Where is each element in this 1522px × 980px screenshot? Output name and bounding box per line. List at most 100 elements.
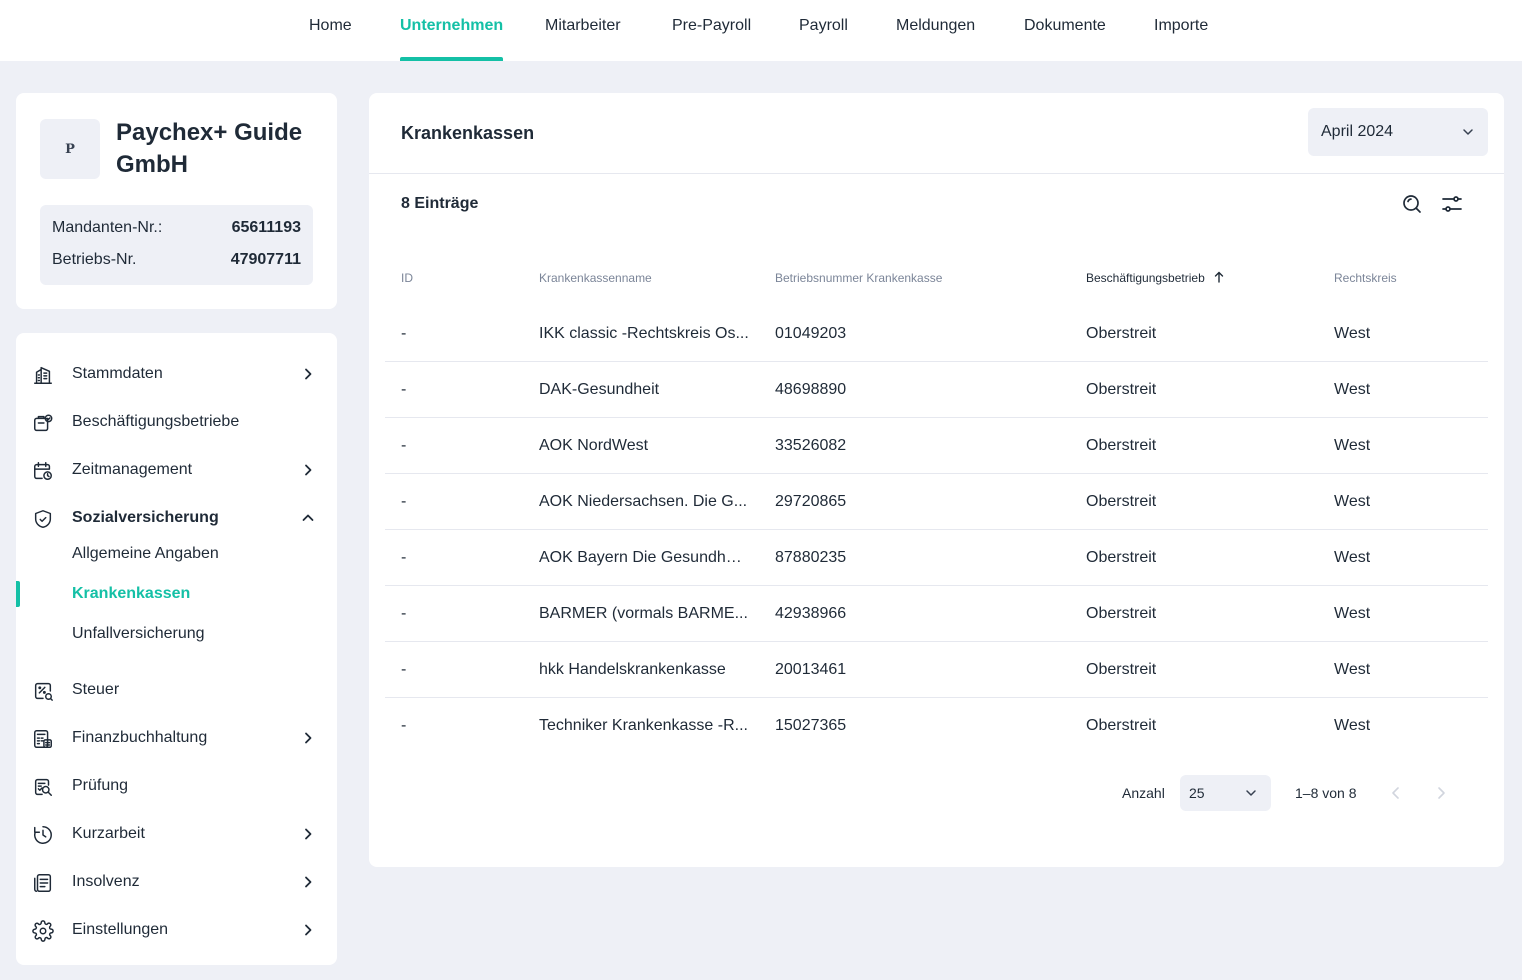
calculator-icon bbox=[34, 730, 52, 748]
nav-pre-payroll[interactable]: Pre-Payroll bbox=[672, 0, 751, 61]
nav-mitarbeiter[interactable]: Mitarbeiter bbox=[545, 0, 621, 61]
column-header-betrieb-label: Beschäftigungsbetrieb bbox=[1086, 271, 1205, 285]
mandant-value: 65611193 bbox=[231, 219, 301, 236]
sidebar-item-einstellungen[interactable]: Einstellungen bbox=[16, 910, 337, 950]
table-row[interactable]: - AOK Bayern Die Gesundhei... 87880235 O… bbox=[385, 530, 1488, 586]
sidebar-item-insolvenz[interactable]: Insolvenz bbox=[16, 862, 337, 902]
building-icon bbox=[34, 366, 52, 384]
sidebar-item-label: Stammdaten bbox=[72, 365, 163, 382]
cell-id: - bbox=[401, 549, 407, 566]
cell-name: AOK NordWest bbox=[539, 437, 649, 454]
cell-betrieb: Oberstreit bbox=[1086, 493, 1157, 510]
cell-name: hkk Handelskrankenkasse bbox=[539, 661, 726, 678]
cell-name: AOK Bayern Die Gesundhei... bbox=[539, 549, 749, 566]
cell-name: DAK-Gesundheit bbox=[539, 381, 660, 398]
cell-betrieb: Oberstreit bbox=[1086, 381, 1157, 398]
sidebar-item-steuer[interactable]: Steuer bbox=[16, 670, 337, 710]
rows-per-page-select[interactable]: 25 bbox=[1180, 775, 1271, 811]
sidebar-subitem-unfallversicherung[interactable]: Unfallversicherung bbox=[16, 616, 337, 652]
sidebar-item-label: Einstellungen bbox=[72, 921, 169, 938]
sidebar-item-zeitmanagement[interactable]: Zeitmanagement bbox=[16, 450, 337, 490]
cell-name: AOK Niedersachsen. Die G... bbox=[539, 493, 748, 510]
entry-count: 8 Einträge bbox=[401, 195, 479, 212]
cell-nummer: 33526082 bbox=[775, 437, 847, 454]
document-list-icon bbox=[34, 874, 52, 892]
nav-dokumente[interactable]: Dokumente bbox=[1024, 0, 1106, 61]
sidebar-item-label: Sozialversicherung bbox=[72, 509, 219, 526]
rows-per-page-value: 25 bbox=[1189, 785, 1205, 801]
rows-per-page-label: Anzahl bbox=[1122, 785, 1165, 801]
sidebar-item-label: Insolvenz bbox=[72, 873, 140, 890]
nav-home[interactable]: Home bbox=[309, 0, 352, 61]
chevron-right-icon bbox=[305, 464, 312, 476]
chevron-right-icon bbox=[305, 924, 312, 936]
nav-meldungen[interactable]: Meldungen bbox=[896, 0, 975, 61]
column-header-rechtskreis[interactable]: Rechtskreis bbox=[1334, 268, 1397, 288]
cell-name: Techniker Krankenkasse -R... bbox=[539, 717, 748, 734]
sidebar-subitem-label: Unfallversicherung bbox=[72, 625, 205, 642]
briefcase-icon bbox=[34, 414, 53, 432]
table-row[interactable]: - Techniker Krankenkasse -R... 15027365 … bbox=[385, 698, 1488, 754]
sidebar-item-kurzarbeit[interactable]: Kurzarbeit bbox=[16, 814, 337, 854]
sidebar-item-beschaeftigungsbetriebe[interactable]: Beschäftigungsbetriebe bbox=[16, 402, 337, 442]
sidebar-item-stammdaten[interactable]: Stammdaten bbox=[16, 354, 337, 394]
column-header-betrieb[interactable]: Beschäftigungsbetrieb bbox=[1086, 268, 1225, 288]
chevron-right-icon bbox=[305, 368, 312, 380]
column-header-id[interactable]: ID bbox=[401, 268, 413, 288]
header-divider bbox=[369, 173, 1504, 174]
chevron-right-icon bbox=[305, 732, 312, 744]
next-page-icon[interactable] bbox=[1431, 783, 1451, 803]
search-icon[interactable] bbox=[1400, 192, 1424, 216]
table-row[interactable]: - IKK classic -Rechtskreis Os... 0104920… bbox=[385, 306, 1488, 362]
cell-nummer: 42938966 bbox=[775, 605, 847, 622]
cell-betrieb: Oberstreit bbox=[1086, 605, 1157, 622]
cell-nummer: 87880235 bbox=[775, 549, 847, 566]
cell-rechtskreis: West bbox=[1334, 605, 1371, 622]
table-row[interactable]: - AOK NordWest 33526082 Oberstreit West bbox=[385, 418, 1488, 474]
sidebar-subitem-allgemeine-angaben[interactable]: Allgemeine Angaben bbox=[16, 536, 337, 572]
cell-betrieb: Oberstreit bbox=[1086, 549, 1157, 566]
nav-unternehmen[interactable]: Unternehmen bbox=[400, 0, 504, 61]
sidebar-item-pruefung[interactable]: Prüfung bbox=[16, 766, 337, 806]
cell-nummer: 15027365 bbox=[775, 717, 847, 734]
top-navigation: Home Unternehmen Mitarbeiter Pre-Payroll… bbox=[0, 0, 1522, 61]
table-row[interactable]: - BARMER (vormals BARME... 42938966 Ober… bbox=[385, 586, 1488, 642]
cell-id: - bbox=[401, 325, 407, 342]
cell-betrieb: Oberstreit bbox=[1086, 325, 1157, 342]
mandant-row: Mandanten-Nr.: 65611193 bbox=[52, 216, 301, 240]
pagination-range: 1–8 von 8 bbox=[1295, 785, 1357, 801]
nav-importe[interactable]: Importe bbox=[1154, 0, 1208, 61]
column-header-nummer[interactable]: Betriebsnummer Krankenkasse bbox=[775, 268, 942, 288]
filter-sliders-icon[interactable] bbox=[1440, 192, 1464, 216]
sidebar-item-label: Prüfung bbox=[72, 777, 129, 794]
table-row[interactable]: - AOK Niedersachsen. Die G... 29720865 O… bbox=[385, 474, 1488, 530]
cell-rechtskreis: West bbox=[1334, 549, 1371, 566]
betrieb-label: Betriebs-Nr. bbox=[52, 251, 137, 268]
month-select-value: April 2024 bbox=[1321, 123, 1394, 140]
cell-rechtskreis: West bbox=[1334, 437, 1371, 454]
sidebar-item-sozialversicherung[interactable]: Sozialversicherung bbox=[16, 498, 337, 538]
cell-id: - bbox=[401, 381, 407, 398]
table-row[interactable]: - DAK-Gesundheit 48698890 Oberstreit Wes… bbox=[385, 362, 1488, 418]
sidebar: Stammdaten Beschäftigungsbetriebe Zeitma… bbox=[16, 333, 337, 965]
shield-icon bbox=[34, 510, 52, 528]
column-header-name[interactable]: Krankenkassenname bbox=[539, 268, 652, 288]
cell-nummer: 48698890 bbox=[775, 381, 847, 398]
cell-name: IKK classic -Rechtskreis Os... bbox=[539, 325, 749, 342]
percent-receipt-icon bbox=[34, 682, 53, 701]
calendar-clock-icon bbox=[34, 462, 52, 480]
sidebar-subitem-krankenkassen[interactable]: Krankenkassen bbox=[16, 576, 337, 612]
sidebar-subitem-label: Krankenkassen bbox=[72, 585, 191, 602]
cell-id: - bbox=[401, 493, 407, 510]
gear-icon bbox=[32, 920, 54, 942]
cell-name: BARMER (vormals BARME... bbox=[539, 605, 748, 622]
company-logo: P bbox=[40, 119, 100, 179]
table-row[interactable]: - hkk Handelskrankenkasse 20013461 Obers… bbox=[385, 642, 1488, 698]
nav-payroll[interactable]: Payroll bbox=[799, 0, 848, 61]
previous-page-icon[interactable] bbox=[1386, 783, 1406, 803]
mandant-label: Mandanten-Nr.: bbox=[52, 219, 163, 236]
cell-id: - bbox=[401, 605, 407, 622]
month-select[interactable]: April 2024 bbox=[1308, 108, 1488, 156]
sidebar-item-finanzbuchhaltung[interactable]: Finanzbuchhaltung bbox=[16, 718, 337, 758]
chevron-up-icon bbox=[302, 514, 314, 521]
